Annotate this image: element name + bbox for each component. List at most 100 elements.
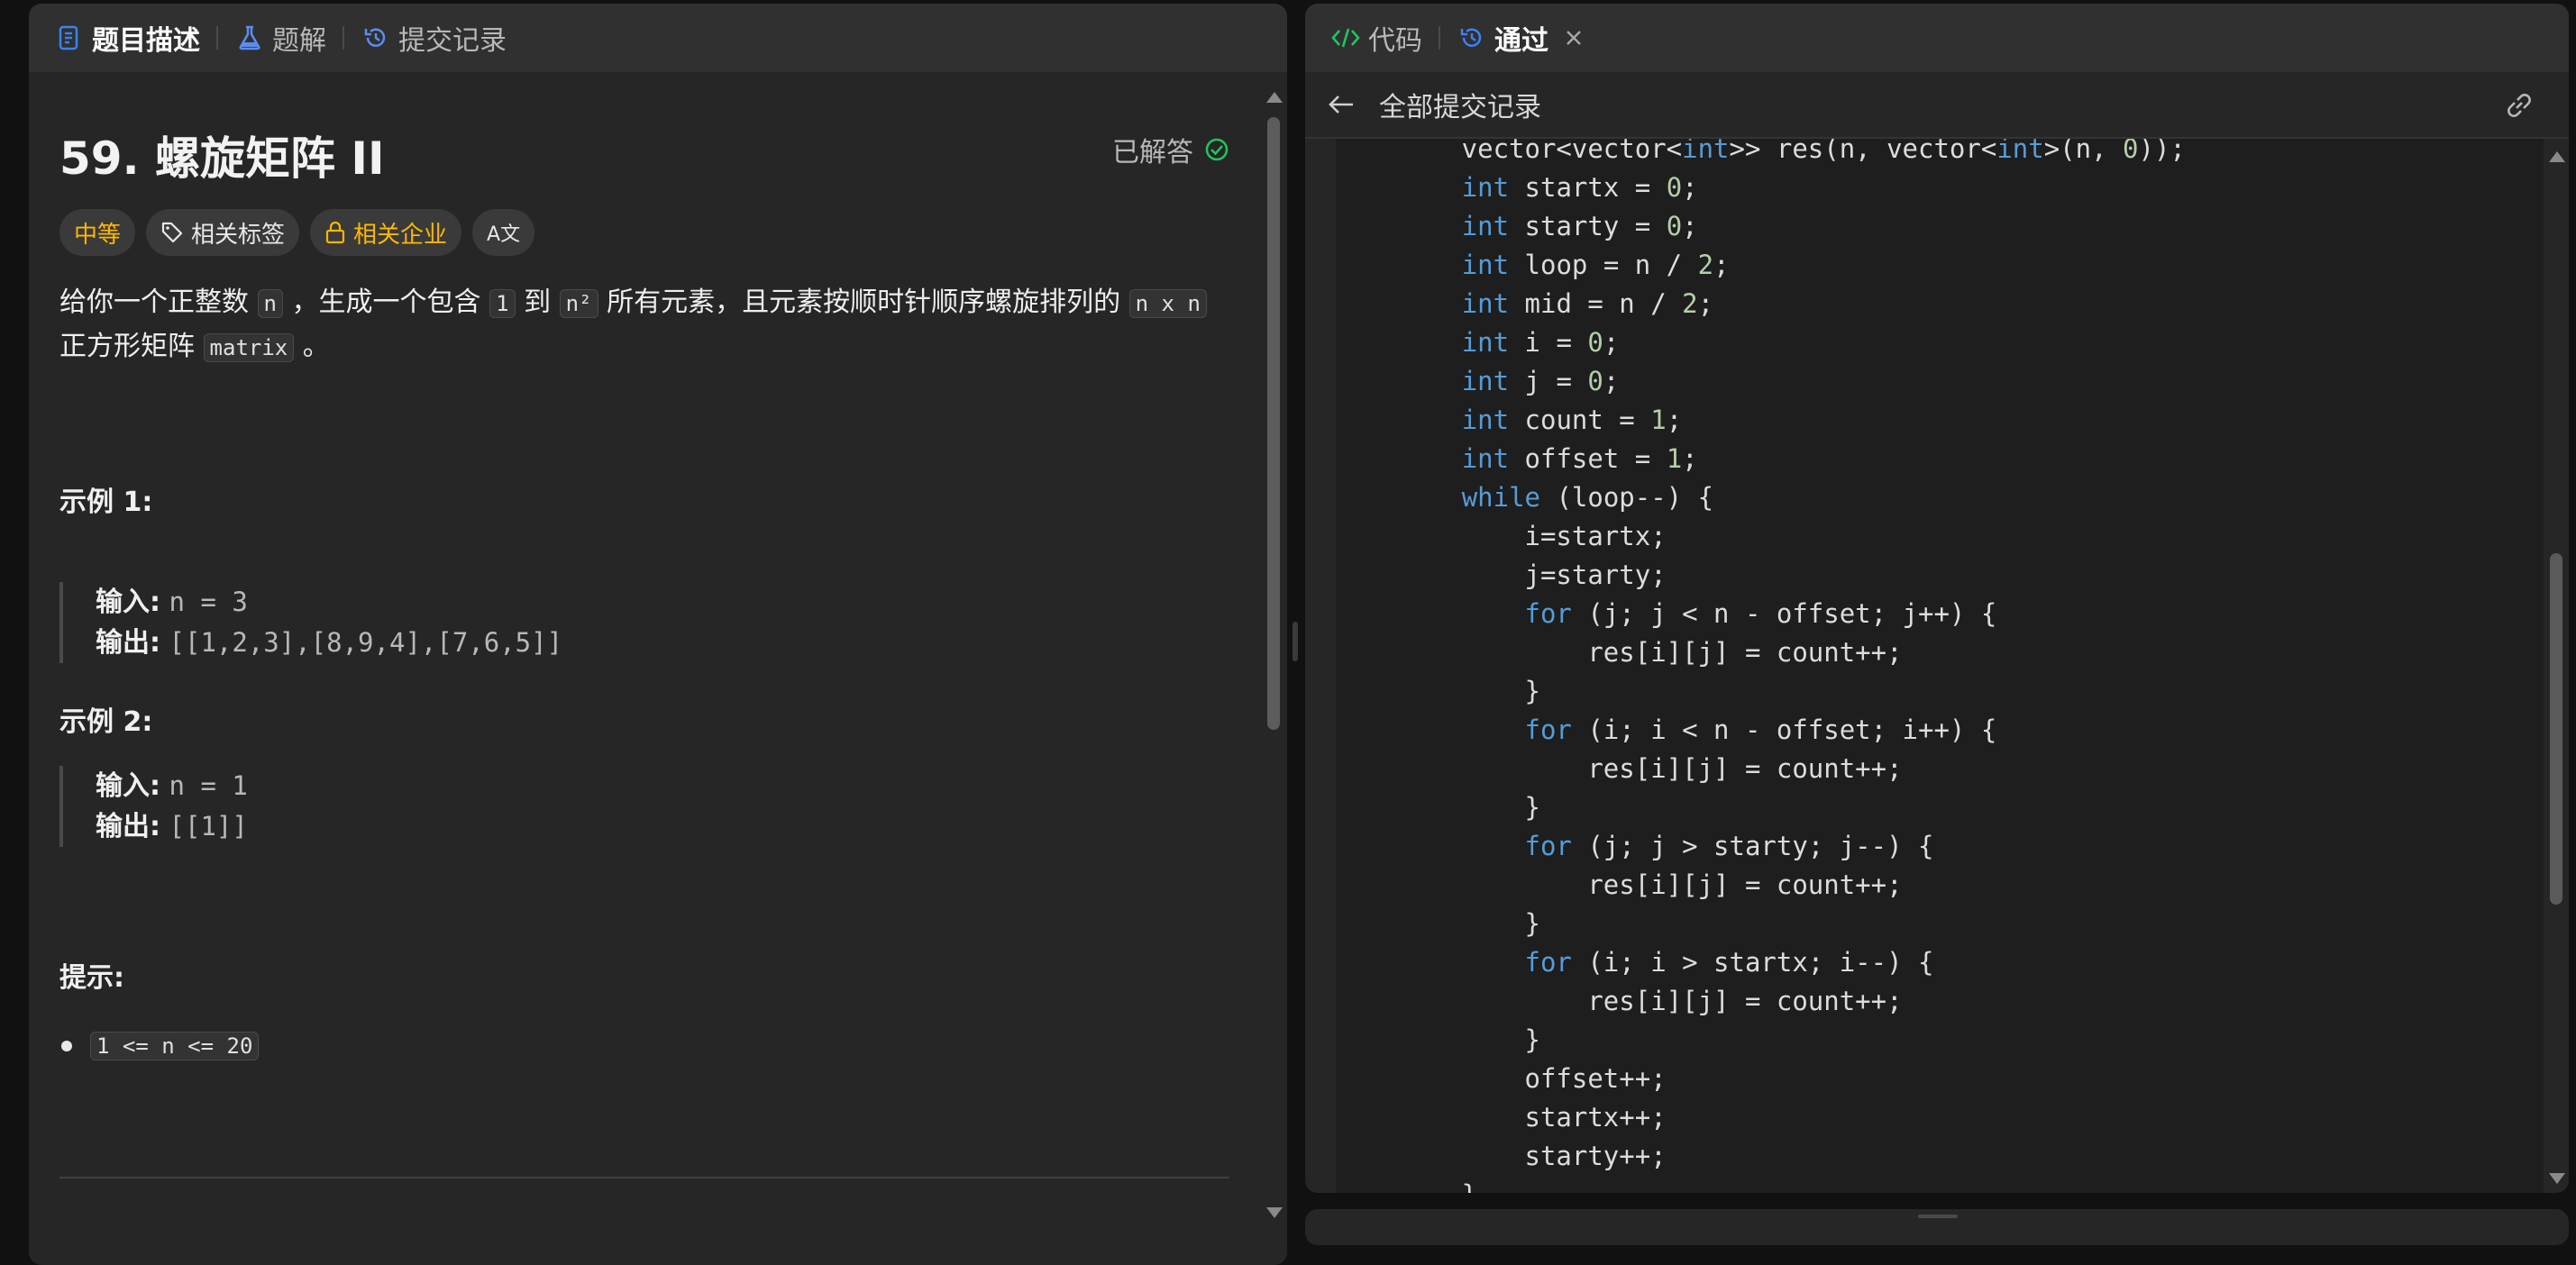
example-1-heading: 示例 1: — [59, 487, 153, 518]
code-line: j=starty; — [1336, 560, 1667, 590]
output-label: 输出: — [96, 811, 160, 842]
code-line: for (j; j > starty; j--) { — [1524, 831, 1934, 861]
desc-text: 正方形矩阵 — [59, 331, 195, 362]
example-2: 输入: n = 1 输出: [[1]] — [59, 766, 248, 847]
code-line: } — [1336, 1176, 2186, 1193]
code-line: i=startx; — [1336, 521, 1667, 551]
code-lines: vector<vector<int>> res(n, vector<int>(n… — [1336, 139, 2186, 1193]
document-icon — [54, 23, 85, 53]
desc-text: 。 — [302, 331, 330, 362]
tab-separator — [343, 26, 344, 50]
lock-icon — [325, 221, 345, 244]
example-1: 输入: n = 3 输出: [[1,2,3],[8,9,4],[7,6,5]] — [59, 582, 562, 663]
tab-solutions[interactable]: 题解 — [234, 4, 326, 72]
inline-code: n x n — [1128, 289, 1207, 318]
problem-panel: 题目描述 题解 提交记录 59. 螺旋矩阵 II 已解答 中等 相关标签 相关企… — [29, 4, 1287, 1265]
scroll-down-arrow-icon[interactable] — [1266, 1207, 1283, 1218]
link-icon[interactable] — [2502, 90, 2536, 124]
all-submissions-link[interactable]: 全部提交记录 — [1379, 85, 1541, 124]
code-line: } — [1336, 792, 1540, 823]
divider — [59, 1177, 1229, 1179]
desc-text: 给你一个正整数 — [59, 287, 249, 318]
check-circle-icon — [1205, 138, 1229, 161]
output-value: [[1]] — [169, 811, 248, 842]
desc-text: 所有元素，且元素按顺时针顺序螺旋排列的 — [607, 287, 1121, 318]
output-label: 输出: — [96, 627, 160, 659]
code-line: starty++; — [1336, 1141, 1667, 1171]
bottom-panel-handle[interactable] — [1305, 1209, 2569, 1245]
input-value: n = 1 — [169, 770, 248, 801]
code-scrollbar[interactable] — [2545, 139, 2569, 1193]
submission-header: 全部提交记录 — [1305, 72, 2569, 139]
related-tags-button[interactable]: 相关标签 — [146, 209, 300, 256]
code-line: int offset = 1; — [1461, 443, 1698, 474]
close-icon[interactable] — [1565, 29, 1583, 47]
problem-tabbar: 题目描述 题解 提交记录 — [29, 4, 1287, 72]
code-line: int starty = 0; — [1461, 211, 1698, 241]
scrollbar-thumb[interactable] — [1267, 117, 1280, 730]
problem-scrollbar[interactable] — [1264, 85, 1285, 1218]
translate-icon: A文 — [487, 223, 521, 246]
tab-solutions-label: 题解 — [272, 25, 326, 57]
code-line: } — [1336, 676, 1540, 706]
difficulty-badge: 中等 — [59, 209, 136, 256]
inline-code: n² — [559, 289, 598, 318]
flask-icon — [234, 23, 265, 53]
scroll-up-arrow-icon[interactable] — [1266, 92, 1283, 103]
code-line: for (j; j < n - offset; j++) { — [1524, 598, 1997, 629]
hint-text: 1 <= n <= 20 — [90, 1032, 260, 1060]
output-value: [[1,2,3],[8,9,4],[7,6,5]] — [169, 627, 563, 658]
code-line: } — [1336, 1024, 1540, 1055]
code-line: int count = 1; — [1461, 405, 1683, 435]
hints-heading: 提示: — [59, 962, 124, 994]
code-line: res[i][j] = count++; — [1336, 753, 1903, 784]
scroll-up-arrow-icon[interactable] — [2549, 151, 2565, 162]
code-line: res[i][j] = count++; — [1336, 637, 1903, 668]
code-line: offset++; — [1336, 1063, 1667, 1094]
code-line: startx++; — [1336, 1102, 1667, 1133]
tab-accepted-label: 通过 — [1494, 25, 1548, 57]
input-value: n = 3 — [169, 587, 248, 617]
scrollbar-thumb[interactable] — [2550, 553, 2562, 905]
related-tags-label: 相关标签 — [191, 221, 286, 249]
code-tabbar: 代码 通过 — [1305, 4, 2569, 72]
code-line: vector<vector<int>> res(n, vector<int>(n… — [1336, 139, 2186, 164]
back-arrow-icon[interactable] — [1323, 86, 1359, 123]
history-icon — [1457, 23, 1487, 53]
related-companies-button[interactable]: 相关企业 — [310, 209, 462, 256]
code-line: int i = 0; — [1461, 327, 1620, 358]
tab-code-label: 代码 — [1368, 25, 1422, 57]
example-2-heading: 示例 2: — [59, 706, 153, 738]
code-panel: 代码 通过 全部提交记录 vector<vector<int>> res(n, … — [1305, 4, 2569, 1193]
solved-label: 已解答 — [1112, 137, 1193, 168]
panel-resize-handle[interactable] — [1293, 622, 1298, 661]
code-line: int loop = n / 2; — [1461, 250, 1730, 280]
related-companies-label: 相关企业 — [353, 221, 448, 249]
tab-submissions-label: 提交记录 — [398, 25, 507, 57]
history-icon — [361, 23, 391, 53]
desc-text: 到 — [524, 287, 552, 318]
problem-description: 给你一个正整数 n ，生成一个包含 1 到 n² 所有元素，且元素按顺时针顺序螺… — [59, 281, 1258, 369]
code-viewer[interactable]: vector<vector<int>> res(n, vector<int>(n… — [1336, 139, 2544, 1193]
desc-text: ，生成一个包含 — [291, 287, 481, 318]
tab-accepted[interactable]: 通过 — [1457, 4, 1583, 72]
tab-code[interactable]: 代码 — [1330, 4, 1422, 72]
tab-separator — [216, 26, 218, 50]
input-label: 输入: — [96, 770, 160, 802]
translate-button[interactable]: A文 — [472, 209, 535, 256]
inline-code: matrix — [203, 333, 295, 362]
problem-title: 59. 螺旋矩阵 II — [59, 132, 385, 185]
solved-status: 已解答 — [1112, 130, 1229, 169]
code-icon — [1330, 23, 1361, 53]
scroll-down-arrow-icon[interactable] — [2549, 1173, 2565, 1184]
problem-content: 59. 螺旋矩阵 II 已解答 中等 相关标签 相关企业 A文 给你一个正整数 … — [29, 72, 1287, 1265]
code-line: } — [1336, 908, 1540, 939]
code-line: res[i][j] = count++; — [1336, 869, 1903, 900]
code-line: int startx = 0; — [1461, 172, 1698, 203]
tab-submissions[interactable]: 提交记录 — [361, 4, 507, 72]
code-line: int j = 0; — [1461, 366, 1620, 396]
tab-description[interactable]: 题目描述 — [54, 4, 200, 72]
code-line: for (i; i < n - offset; i++) { — [1524, 714, 1997, 745]
problem-tags: 中等 相关标签 相关企业 A文 — [59, 209, 535, 256]
resize-grip[interactable] — [1918, 1215, 1958, 1218]
